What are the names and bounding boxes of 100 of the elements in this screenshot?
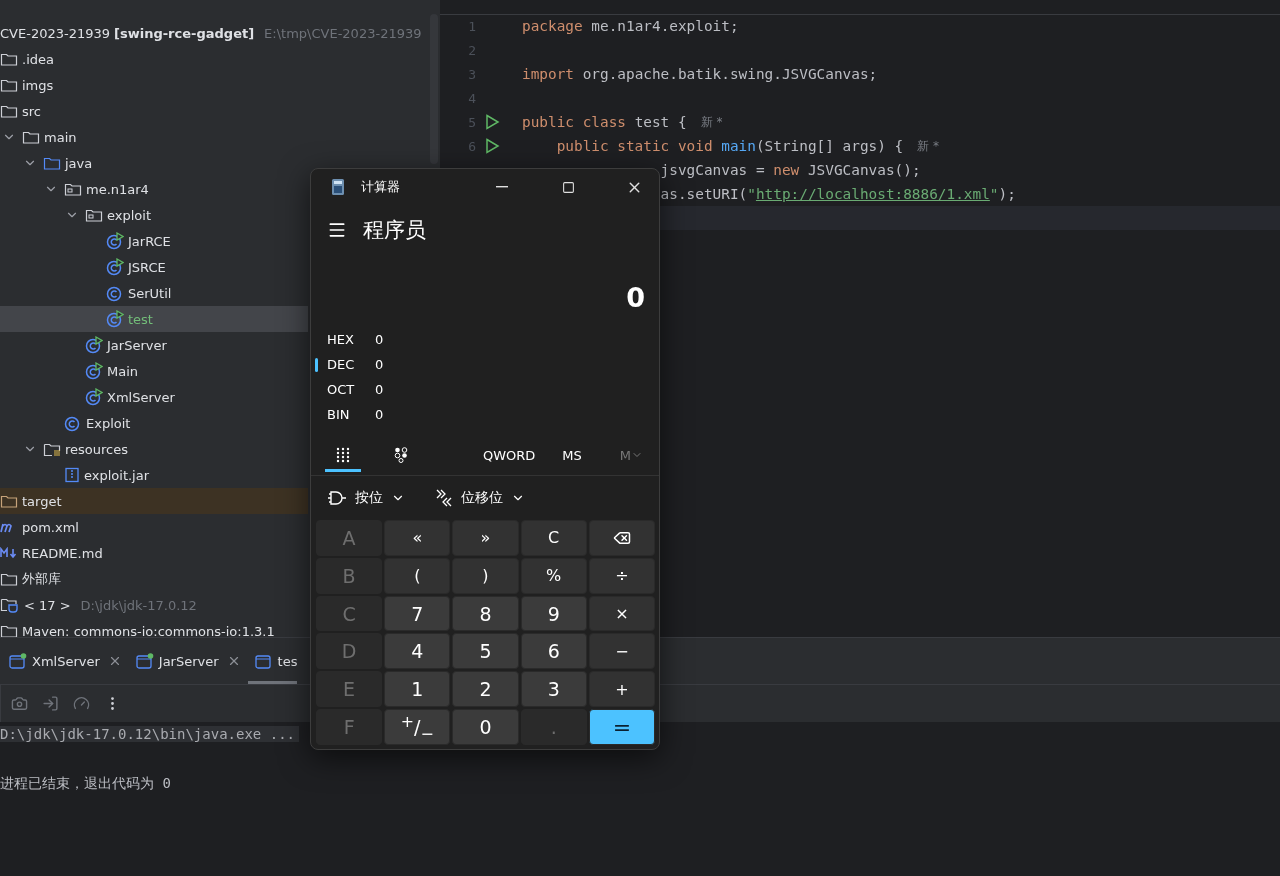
code-text: public class — [522, 113, 626, 131]
calculator-key[interactable]: + — [588, 671, 655, 708]
tree-item[interactable]: SerUtil — [0, 280, 308, 306]
class-icon — [64, 414, 82, 432]
tree-item-label: README.md — [22, 545, 103, 561]
calculator-key[interactable]: 6 — [520, 633, 587, 670]
radix-label[interactable]: OCT — [327, 382, 375, 397]
screenshot-icon[interactable] — [11, 695, 28, 712]
calculator-key[interactable]: « — [384, 520, 451, 556]
calculator-key[interactable]: 7 — [384, 595, 451, 632]
import-icon[interactable] — [42, 695, 59, 712]
calculator-key[interactable]: − — [588, 633, 655, 670]
code-text: (String[] args) { — [755, 137, 904, 155]
tree-item[interactable]: JarRCE — [0, 228, 308, 254]
code-text: ); — [998, 186, 1016, 202]
runnable-class-icon — [85, 336, 103, 354]
run-tab[interactable]: tes — [247, 638, 298, 684]
tree-item[interactable]: imgs — [0, 72, 308, 98]
package-folder-icon — [64, 181, 82, 197]
calculator-key[interactable]: % — [520, 557, 587, 594]
tree-item-label: me.n1ar4 — [86, 181, 149, 197]
folder-icon — [0, 493, 18, 509]
tree-item[interactable]: CVE-2023-21939 [swing-rce-gadget] E:\tmp\CVE-2023-21939 — [0, 20, 422, 46]
tree-item[interactable]: test — [0, 306, 308, 332]
tree-item[interactable]: JSRCE — [0, 254, 308, 280]
window-icon — [135, 653, 154, 669]
tree-item-label: Exploit — [86, 415, 131, 431]
code-text: public static void — [556, 137, 713, 155]
calculator-key[interactable]: 1 — [384, 671, 451, 708]
word-size-button[interactable]: QWORD — [479, 441, 540, 469]
run-tab[interactable]: XmlServer — [2, 638, 129, 684]
radix-label[interactable]: HEX — [327, 332, 375, 347]
tree-item[interactable]: 外部库 — [0, 566, 308, 592]
code-text: JSVGCanvas(); — [806, 162, 921, 178]
tree-item[interactable]: JarServer — [0, 332, 308, 358]
calculator-key[interactable]: ( — [384, 557, 451, 594]
tree-item[interactable]: main — [0, 124, 308, 150]
calculator-key[interactable]: 5 — [452, 633, 519, 670]
radix-label[interactable]: DEC — [327, 357, 375, 372]
tree-item[interactable]: Exploit — [0, 410, 308, 436]
tree-item-label: pom.xml — [22, 519, 79, 535]
calculator-key[interactable]: C — [520, 520, 587, 556]
calculator-key[interactable]: 2 — [452, 671, 519, 708]
tree-item[interactable]: Maven: commons-io:commons-io:1.3.1 — [0, 618, 308, 637]
mode-title: 程序员 — [363, 217, 426, 244]
tree-item[interactable]: java — [0, 150, 308, 176]
dropdown-button[interactable]: 按位 — [323, 485, 409, 511]
code-text: jsvgCanvas = — [660, 162, 766, 178]
calculator-key[interactable]: » — [452, 520, 519, 556]
tree-item[interactable]: Main — [0, 358, 308, 384]
radix-value: 0 — [375, 382, 384, 397]
tab-label: JarServer — [158, 653, 219, 669]
tree-item[interactable]: exploit.jar — [0, 462, 308, 488]
calculator-key[interactable]: 8 — [452, 595, 519, 632]
menu-icon[interactable] — [327, 220, 347, 240]
dropdown-button[interactable]: 位移位 — [431, 484, 529, 512]
code-text: test { — [633, 113, 687, 131]
tree-item[interactable]: me.n1ar4 — [0, 176, 308, 202]
calculator-key[interactable]: 4 — [384, 633, 451, 670]
calculator-key[interactable]: ) — [452, 557, 519, 594]
radix-label[interactable]: BIN — [327, 407, 375, 422]
code-text: new — [773, 162, 800, 178]
calculator-key[interactable]: 0 — [452, 709, 519, 745]
folder-icon — [0, 103, 18, 119]
calculator-key[interactable] — [588, 520, 655, 556]
tree-item[interactable]: XmlServer — [0, 384, 308, 410]
tree-item[interactable]: resources — [0, 436, 308, 462]
code-text: " — [989, 186, 999, 202]
calculator-key[interactable]: $^{+}$/$_{−}$ — [384, 709, 451, 745]
tree-item[interactable]: target — [0, 488, 308, 514]
code-text: me.n1ar4.exploit; — [590, 18, 739, 34]
calculator-key[interactable]: 3 — [520, 671, 587, 708]
code-text: import — [522, 66, 574, 82]
archive-icon — [64, 467, 80, 483]
tree-item-label: Main — [107, 363, 139, 379]
tree-item[interactable]: .idea — [0, 46, 308, 72]
tree-item-label: src — [22, 103, 41, 119]
tree-item[interactable]: < 17 > D:\jdk\jdk-17.0.12 — [0, 592, 308, 618]
folder-icon — [0, 77, 18, 93]
calculator-key[interactable]: ÷ — [588, 557, 655, 594]
folder-icon — [0, 571, 18, 587]
tree-item[interactable]: README.md — [0, 540, 308, 566]
tree-item-label: exploit — [107, 207, 151, 223]
url-link[interactable]: http://localhost:8886/1.xml — [755, 186, 990, 202]
run-tab[interactable]: JarServer — [128, 638, 248, 684]
project-path: E:\tmp\CVE-2023-21939 — [264, 25, 422, 41]
code-text: " — [747, 186, 756, 202]
calculator-key[interactable]: 9 — [520, 595, 587, 632]
runnable-class-icon — [85, 388, 103, 406]
tree-item-label: exploit.jar — [84, 467, 150, 483]
module-name: [swing-rce-gadget] — [114, 25, 255, 41]
gauge-icon[interactable] — [73, 695, 90, 712]
tree-item[interactable]: pom.xml — [0, 514, 308, 540]
tree-item[interactable]: src — [0, 98, 308, 124]
code-text: org.apache.batik.swing.JSVGCanvas; — [581, 66, 878, 82]
memory-button[interactable]: MS — [558, 441, 586, 469]
calculator-key[interactable]: = — [588, 709, 655, 745]
calculator-key[interactable]: × — [588, 595, 655, 632]
window-icon — [9, 653, 27, 669]
tree-item[interactable]: exploit — [0, 202, 308, 228]
